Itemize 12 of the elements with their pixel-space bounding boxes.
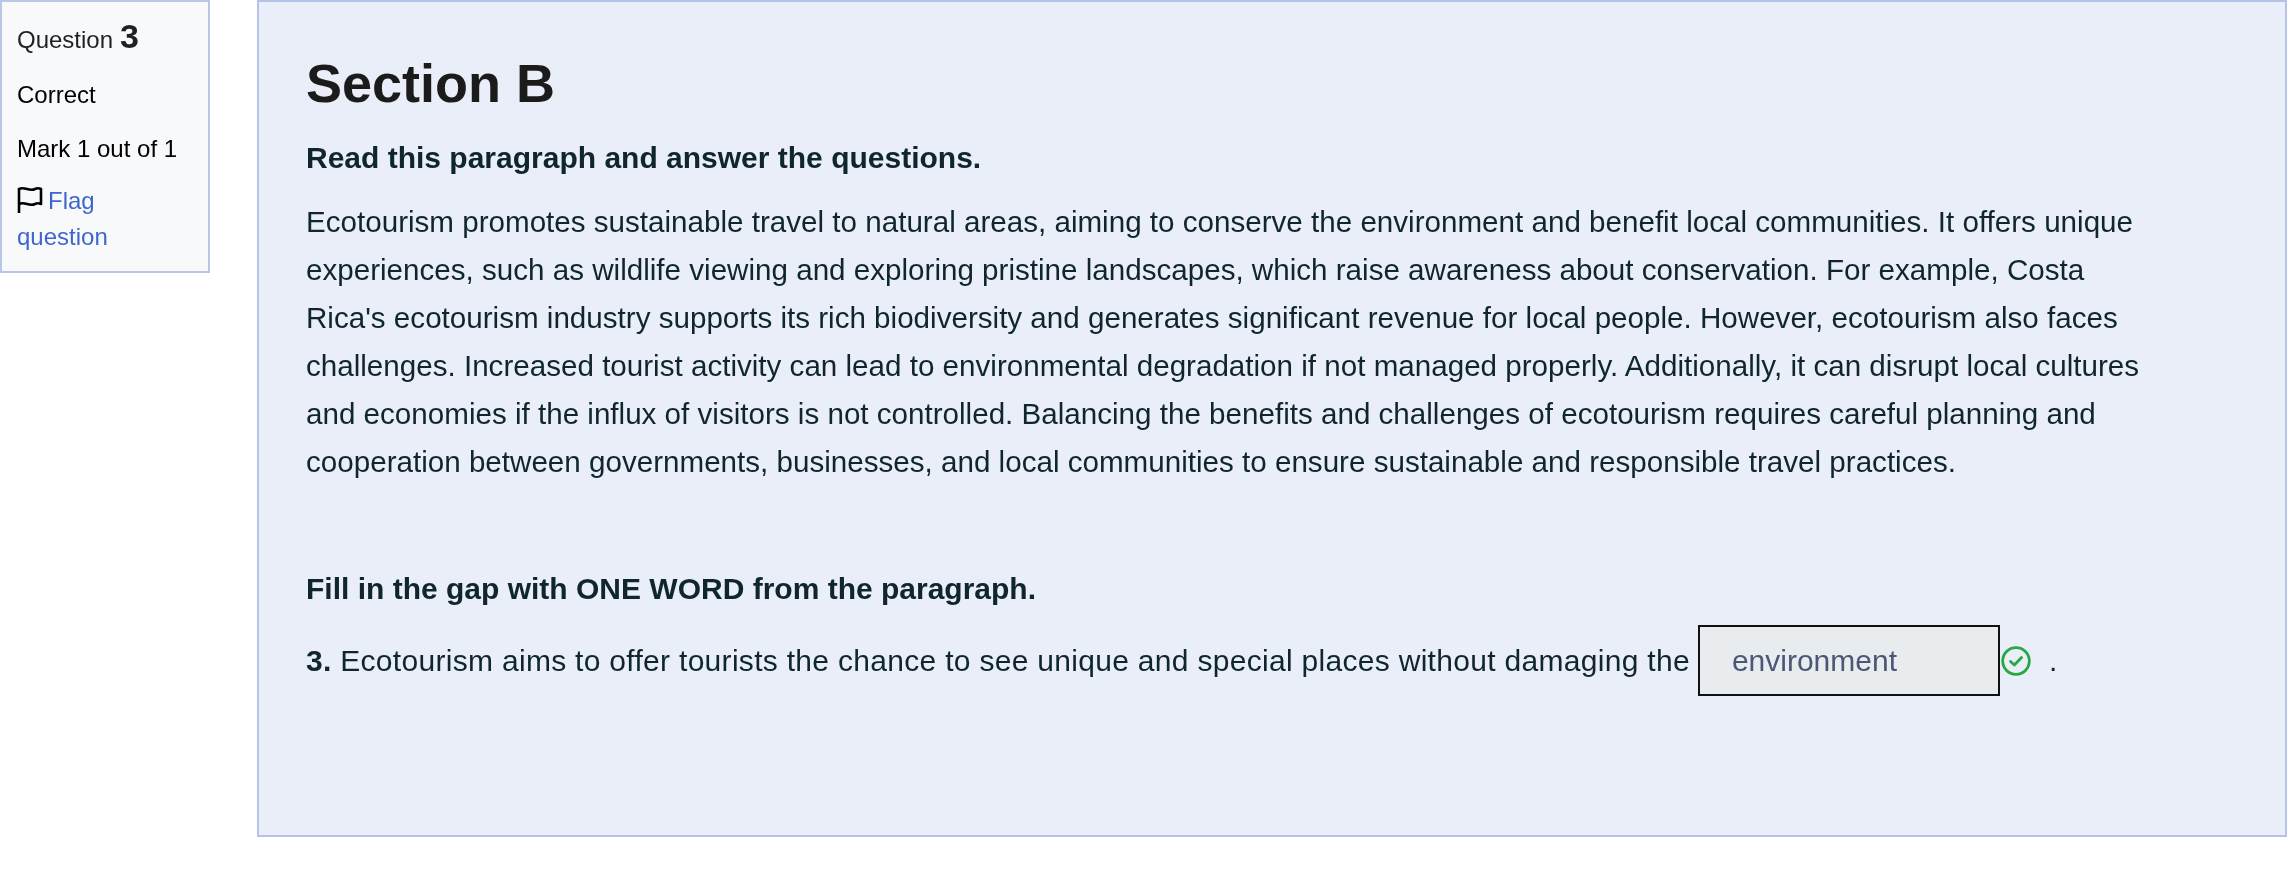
question-number: 3 [120, 16, 139, 56]
flag-question-link[interactable]: Flag question [17, 183, 157, 255]
answer-field[interactable]: environment [1697, 625, 2000, 696]
reading-paragraph: Ecotourism promotes sustainable travel to natural areas, aiming to conserve the environment and benefit local communities. It offers unique experiences, such as wildlife viewing and exploring pristine landscapes, which raise awareness about conservation. For example, Costa Rica's ecotourism industry supports its rich biodiversity and generates significant revenue for local people. However, ecotourism also faces challenges. Increased tourist activity can lead to environmental degradation if not managed properly. Additionally, it can disrupt local cultures and economies if the influx of visitors is not controlled. Balancing the benefits and challenges of ecotourism requires careful planning and cooperation between governments, businesses, and local communities to ensure sustainable and responsible travel practices. [306, 204, 2141, 480]
section-title: Section B [306, 52, 557, 115]
question-state: Correct [17, 80, 97, 110]
question-label: Question [17, 25, 114, 55]
task-instruction: Fill in the gap with ONE WORD from the paragraph. [306, 571, 1038, 607]
question-text: 3. Ecotourism aims to offer tourists the chance to see unique and special places without damaging the [306, 642, 1690, 679]
question-end-text: . [2048, 642, 2058, 679]
instruction-text: Read this paragraph and answer the questions. [306, 140, 983, 176]
question-grade: Mark 1 out of 1 [17, 134, 179, 164]
